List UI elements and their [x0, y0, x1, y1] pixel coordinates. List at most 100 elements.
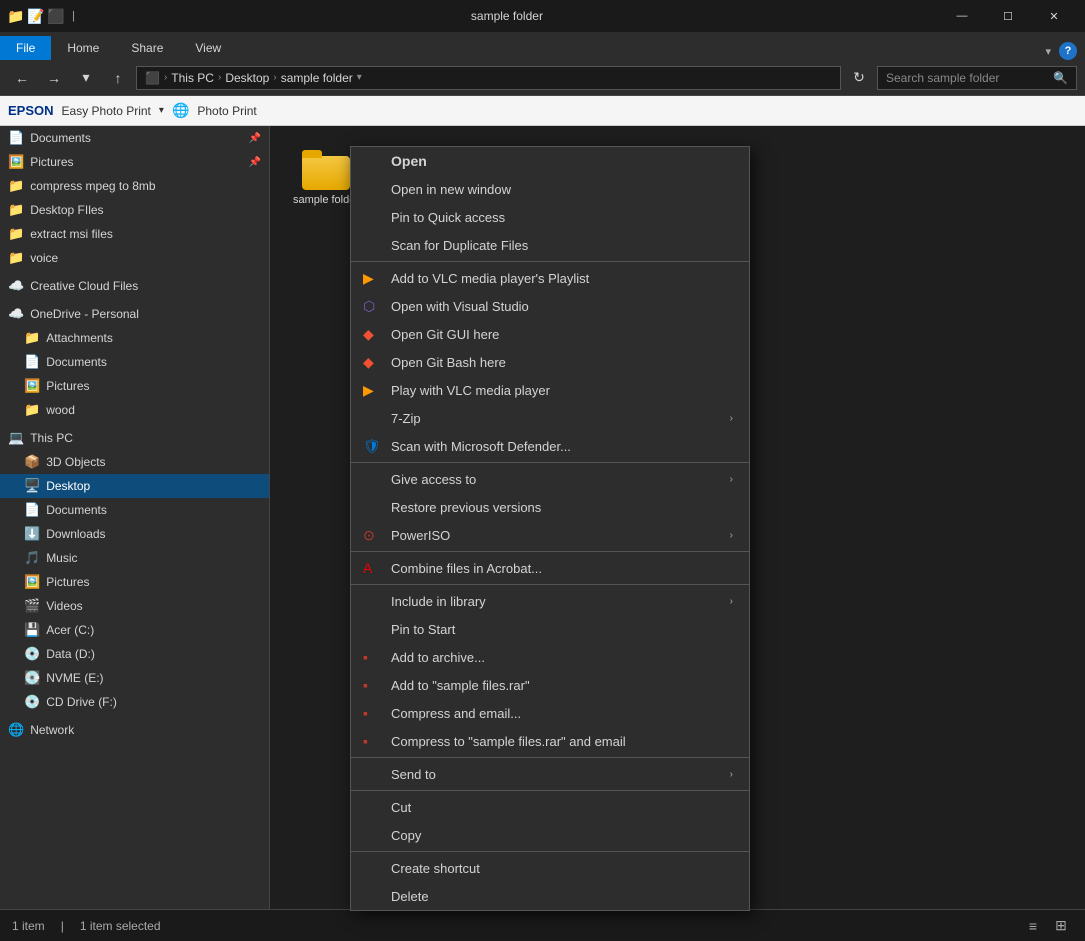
- sidebar-item-nvme-e[interactable]: 💽 NVME (E:): [0, 666, 269, 690]
- epson-brand: EPSON: [8, 103, 54, 118]
- drive-icon: 💾: [24, 622, 40, 638]
- ctx-open-vs[interactable]: ⬡ Open with Visual Studio: [351, 292, 749, 320]
- tab-home[interactable]: Home: [51, 36, 115, 60]
- ctx-compress-sample-email[interactable]: ▪ Compress to "sample files.rar" and ema…: [351, 727, 749, 755]
- sidebar-item-label: Documents: [46, 355, 107, 369]
- sidebar-item-extract-msi[interactable]: 📁 extract msi files: [0, 222, 269, 246]
- dropdown-button[interactable]: ▾: [72, 64, 100, 92]
- sidebar-item-data-d[interactable]: 💿 Data (D:): [0, 642, 269, 666]
- sidebar-item-3d-objects[interactable]: 📦 3D Objects: [0, 450, 269, 474]
- ctx-delete[interactable]: Delete: [351, 882, 749, 910]
- up-button[interactable]: ↑: [104, 64, 132, 92]
- path-this-pc[interactable]: This PC: [171, 71, 214, 85]
- ctx-create-shortcut-label: Create shortcut: [391, 861, 480, 876]
- view-list-button[interactable]: ≡: [1021, 914, 1045, 938]
- forward-button[interactable]: →: [40, 64, 68, 92]
- ctx-add-archive[interactable]: ▪ Add to archive...: [351, 643, 749, 671]
- ctx-sep-6: [351, 790, 749, 791]
- epson-app-name: Easy Photo Print: [62, 104, 151, 118]
- address-path[interactable]: ⬛ › This PC › Desktop › sample folder ▾: [136, 66, 841, 90]
- ctx-open-git-bash[interactable]: ◆ Open Git Bash here: [351, 348, 749, 376]
- git-bash-icon: ◆: [363, 354, 374, 371]
- sidebar-item-videos[interactable]: 🎬 Videos: [0, 594, 269, 618]
- winrar2-icon: ▪: [363, 677, 368, 693]
- sidebar-item-acer-c[interactable]: 💾 Acer (C:): [0, 618, 269, 642]
- view-grid-button[interactable]: ⊞: [1049, 914, 1073, 938]
- sidebar-item-pictures-pinned[interactable]: 🖼️ Pictures 📌: [0, 150, 269, 174]
- sidebar-item-compress-mpeg[interactable]: 📁 compress mpeg to 8mb: [0, 174, 269, 198]
- ctx-cut[interactable]: Cut: [351, 793, 749, 821]
- ctx-combine-acrobat[interactable]: A Combine files in Acrobat...: [351, 554, 749, 582]
- search-box[interactable]: Search sample folder 🔍: [877, 66, 1077, 90]
- main-layout: 📄 Documents 📌 🖼️ Pictures 📌 📁 compress m…: [0, 126, 1085, 909]
- sidebar-item-attachments[interactable]: 📁 Attachments: [0, 326, 269, 350]
- sidebar-item-creative-cloud[interactable]: ☁️ Creative Cloud Files: [0, 274, 269, 298]
- refresh-button[interactable]: ↻: [845, 64, 873, 92]
- ctx-scan-duplicate[interactable]: Scan for Duplicate Files: [351, 231, 749, 259]
- folder-icon: 📁: [24, 330, 40, 346]
- close-button[interactable]: ✕: [1031, 0, 1077, 32]
- ctx-send-to[interactable]: Send to ›: [351, 760, 749, 788]
- defender-icon: 🛡: [363, 438, 381, 455]
- sidebar-item-cd-drive-f[interactable]: 💿 CD Drive (F:): [0, 690, 269, 714]
- ctx-copy[interactable]: Copy: [351, 821, 749, 849]
- ctx-pin-start[interactable]: Pin to Start: [351, 615, 749, 643]
- sidebar-item-label: NVME (E:): [46, 671, 103, 685]
- app-icon-black: ⬛: [48, 8, 64, 24]
- epson-bar: EPSON Easy Photo Print ▾ 🌐 Photo Print: [0, 96, 1085, 126]
- sidebar-item-pc-documents[interactable]: 📄 Documents: [0, 498, 269, 522]
- sidebar-item-od-documents[interactable]: 📄 Documents: [0, 350, 269, 374]
- ctx-combine-acrobat-label: Combine files in Acrobat...: [391, 561, 542, 576]
- sidebar-item-label: Network: [30, 723, 74, 737]
- ribbon-expand-icon[interactable]: ▾: [1045, 45, 1051, 58]
- ctx-add-sample-rar[interactable]: ▪ Add to "sample files.rar": [351, 671, 749, 699]
- sidebar-item-label: Pictures: [30, 155, 73, 169]
- ctx-pin-quick[interactable]: Pin to Quick access: [351, 203, 749, 231]
- ribbon-tabs: File Home Share View ▾ ?: [0, 32, 1085, 60]
- sidebar-item-network[interactable]: 🌐 Network: [0, 718, 269, 742]
- sidebar-item-label: This PC: [30, 431, 73, 445]
- sidebar-item-music[interactable]: 🎵 Music: [0, 546, 269, 570]
- maximize-button[interactable]: ☐: [985, 0, 1031, 32]
- sidebar-item-downloads[interactable]: ⬇️ Downloads: [0, 522, 269, 546]
- ctx-open-new-window[interactable]: Open in new window: [351, 175, 749, 203]
- ctx-restore-versions[interactable]: Restore previous versions: [351, 493, 749, 521]
- ctx-add-vlc[interactable]: ▶ Add to VLC media player's Playlist: [351, 264, 749, 292]
- ctx-play-vlc[interactable]: ▶ Play with VLC media player: [351, 376, 749, 404]
- path-sample-folder[interactable]: sample folder: [281, 71, 353, 85]
- tab-view[interactable]: View: [179, 36, 237, 60]
- sidebar-item-onedrive[interactable]: ☁️ OneDrive - Personal: [0, 302, 269, 326]
- sidebar-item-desktop-files[interactable]: 📁 Desktop FIles: [0, 198, 269, 222]
- help-icon[interactable]: ?: [1059, 42, 1077, 60]
- sidebar-item-voice[interactable]: 📁 voice: [0, 246, 269, 270]
- epson-photo-print[interactable]: Photo Print: [197, 104, 256, 118]
- 3d-icon: 📦: [24, 454, 40, 470]
- ctx-scan-defender[interactable]: 🛡 Scan with Microsoft Defender...: [351, 432, 749, 460]
- ctx-open-git-gui[interactable]: ◆ Open Git GUI here: [351, 320, 749, 348]
- minimize-button[interactable]: —: [939, 0, 985, 32]
- ctx-open-label: Open: [391, 153, 427, 169]
- path-desktop[interactable]: Desktop: [225, 71, 269, 85]
- ctx-7zip[interactable]: 7-Zip ›: [351, 404, 749, 432]
- epson-dropdown-icon[interactable]: ▾: [159, 105, 164, 116]
- ctx-poweriso[interactable]: ⊙ PowerISO ›: [351, 521, 749, 549]
- tab-file[interactable]: File: [0, 36, 51, 60]
- ctx-open[interactable]: Open: [351, 147, 749, 175]
- sidebar-item-documents-pinned[interactable]: 📄 Documents 📌: [0, 126, 269, 150]
- folder-icon: 📁: [24, 402, 40, 418]
- ctx-create-shortcut[interactable]: Create shortcut: [351, 854, 749, 882]
- back-button[interactable]: ←: [8, 64, 36, 92]
- sidebar-item-this-pc[interactable]: 💻 This PC: [0, 426, 269, 450]
- sidebar-item-pictures2[interactable]: 🖼️ Pictures: [0, 570, 269, 594]
- ctx-compress-email[interactable]: ▪ Compress and email...: [351, 699, 749, 727]
- git-gui-icon: ◆: [363, 326, 374, 343]
- winrar3-icon: ▪: [363, 705, 368, 721]
- ctx-open-new-window-label: Open in new window: [391, 182, 511, 197]
- ctx-include-library[interactable]: Include in library ›: [351, 587, 749, 615]
- sidebar-item-od-pictures[interactable]: 🖼️ Pictures: [0, 374, 269, 398]
- sidebar-item-wood[interactable]: 📁 wood: [0, 398, 269, 422]
- documents-icon: 📄: [24, 354, 40, 370]
- sidebar-item-desktop[interactable]: 🖥️ Desktop: [0, 474, 269, 498]
- ctx-give-access[interactable]: Give access to ›: [351, 465, 749, 493]
- tab-share[interactable]: Share: [115, 36, 179, 60]
